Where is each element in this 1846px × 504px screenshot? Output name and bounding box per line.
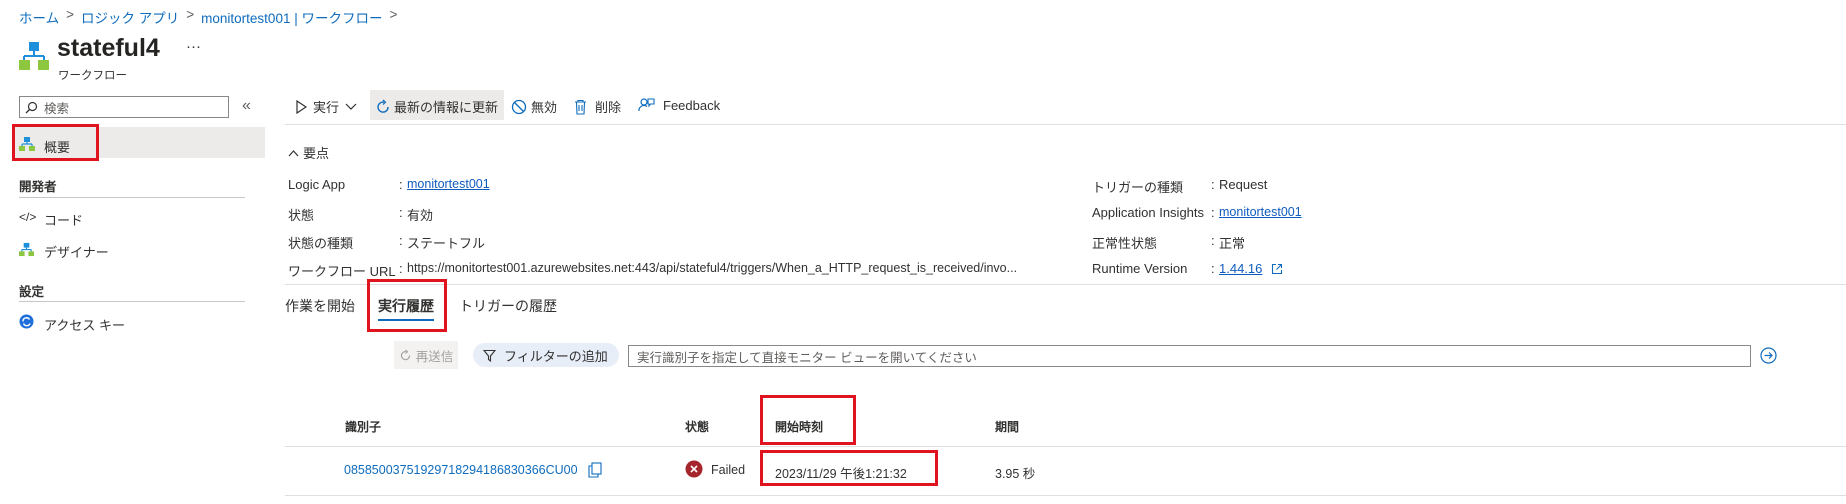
run-label: 実行 [313, 100, 340, 115]
sidebar-divider [19, 197, 245, 198]
sidebar-item-overview-label: 概要 [44, 140, 71, 155]
essentials-toggle[interactable]: 要点 [288, 143, 329, 162]
feedback-icon [638, 97, 655, 113]
chevron-down-icon [345, 103, 357, 111]
feedback-label: Feedback [663, 97, 721, 113]
sidebar-search-placeholder: 検索 [44, 101, 70, 116]
tab-get-started[interactable]: 作業を開始 [285, 296, 355, 316]
refresh-icon [375, 99, 391, 115]
resubmit-button[interactable]: 再送信 [394, 341, 458, 369]
tab-trigger-history[interactable]: トリガーの履歴 [459, 296, 557, 316]
feedback-button[interactable]: Feedback [638, 97, 720, 113]
access-key-icon [19, 314, 34, 332]
breadcrumb-workflows[interactable]: monitortest001 | ワークフロー [201, 7, 382, 27]
column-header-duration[interactable]: 期間 [995, 418, 1019, 435]
add-filter-label: フィルターの追加 [504, 348, 608, 364]
filter-icon [483, 349, 496, 362]
state-value: 有効 [407, 208, 434, 223]
colon: : [1211, 205, 1215, 220]
sidebar-search-input[interactable]: 検索 [19, 96, 229, 118]
logic-app-link[interactable]: monitortest001 [407, 177, 490, 191]
breadcrumb-separator: > [66, 7, 74, 22]
disable-button[interactable]: 無効 [511, 97, 557, 116]
breadcrumb-separator: > [186, 7, 195, 22]
resubmit-label: 再送信 [415, 349, 454, 364]
label-health-state: 正常性状態 [1092, 236, 1158, 251]
delete-label: 削除 [595, 100, 622, 115]
add-filter-button[interactable]: フィルターの追加 [473, 343, 619, 367]
search-icon [25, 101, 38, 114]
trigger-type-value: Request [1219, 177, 1268, 192]
overview-icon [19, 136, 35, 155]
refresh-label: 最新の情報に更新 [394, 100, 499, 115]
code-icon: </> [19, 210, 37, 224]
tab-selected-indicator [378, 319, 434, 321]
breadcrumb-logic-apps[interactable]: ロジック アプリ [81, 7, 179, 27]
page-title: stateful4 [57, 34, 160, 62]
sidebar-item-code[interactable]: コード [44, 210, 83, 229]
play-icon [295, 99, 307, 114]
breadcrumb-separator: > [389, 7, 398, 22]
column-header-status[interactable]: 状態 [685, 418, 709, 435]
colon: : [399, 233, 403, 248]
health-state-value: 正常 [1219, 236, 1246, 251]
run-start-time: 2023/11/29 午後1:21:32 [775, 467, 907, 481]
sidebar-section-settings: 設定 [19, 285, 45, 299]
label-logic-app: Logic App [288, 177, 346, 192]
label-app-insights: Application Insights [1092, 205, 1205, 220]
label-workflow-url: ワークフロー URL [288, 264, 396, 279]
refresh-icon [399, 348, 412, 362]
toolbar-divider [285, 124, 1846, 125]
table-row-divider [285, 495, 1846, 496]
sidebar-section-developer: 開発者 [19, 180, 57, 194]
sidebar-item-designer[interactable]: デザイナー [44, 242, 109, 261]
sidebar-divider [19, 301, 245, 302]
page-subtitle: ワークフロー [58, 70, 127, 82]
colon: : [1211, 261, 1215, 276]
colon: : [1211, 177, 1215, 192]
essentials-divider [285, 284, 1846, 285]
more-options-button[interactable]: ··· [186, 38, 201, 55]
breadcrumb: ホーム > ロジック アプリ > monitortest001 | ワークフロー > [19, 7, 404, 27]
label-state-type: 状態の種類 [288, 236, 354, 251]
colon: : [399, 261, 403, 276]
collapse-sidebar-button[interactable]: « [242, 97, 251, 115]
copy-icon[interactable] [588, 462, 602, 481]
colon: : [399, 177, 403, 192]
app-insights-link[interactable]: monitortest001 [1219, 205, 1302, 219]
designer-icon [19, 242, 34, 260]
trash-icon [574, 99, 587, 115]
block-icon [511, 99, 527, 115]
runtime-version-link[interactable]: 1.44.16 [1219, 261, 1262, 276]
failed-status-icon [685, 460, 703, 481]
refresh-button[interactable]: 最新の情報に更新 [375, 97, 498, 116]
external-link-icon[interactable] [1271, 263, 1283, 278]
column-header-id[interactable]: 識別子 [345, 418, 381, 435]
essentials-toggle-label: 要点 [303, 146, 330, 161]
workflow-url-value[interactable]: https://monitortest001.azurewebsites.net… [407, 261, 1017, 275]
label-runtime-version: Runtime Version [1092, 261, 1188, 276]
run-duration: 3.95 秒 [995, 467, 1036, 481]
run-button[interactable]: 実行 [295, 97, 357, 116]
label-state: 状態 [288, 208, 315, 223]
chevron-up-icon [288, 149, 299, 157]
breadcrumb-home[interactable]: ホーム [19, 7, 59, 27]
disable-label: 無効 [531, 100, 558, 115]
run-id-search-input[interactable]: 実行識別子を指定して直接モニター ビューを開いてください [628, 345, 1751, 367]
workflow-icon [19, 40, 49, 75]
label-trigger-type: トリガーの種類 [1092, 180, 1184, 195]
run-id-link[interactable]: 08585003751929718294186830366CU00 [344, 463, 578, 477]
sidebar-item-access-keys[interactable]: アクセス キー [44, 315, 125, 334]
column-header-start-time[interactable]: 開始時刻 [775, 418, 823, 435]
delete-button[interactable]: 削除 [574, 97, 621, 116]
run-status: Failed [711, 463, 746, 477]
colon: : [399, 205, 403, 220]
run-id-search-placeholder: 実行識別子を指定して直接モニター ビューを開いてください [637, 350, 977, 365]
colon: : [1211, 233, 1215, 248]
tab-run-history[interactable]: 実行履歴 [378, 296, 434, 316]
go-arrow-icon[interactable] [1760, 347, 1777, 367]
state-type-value: ステートフル [407, 236, 486, 251]
